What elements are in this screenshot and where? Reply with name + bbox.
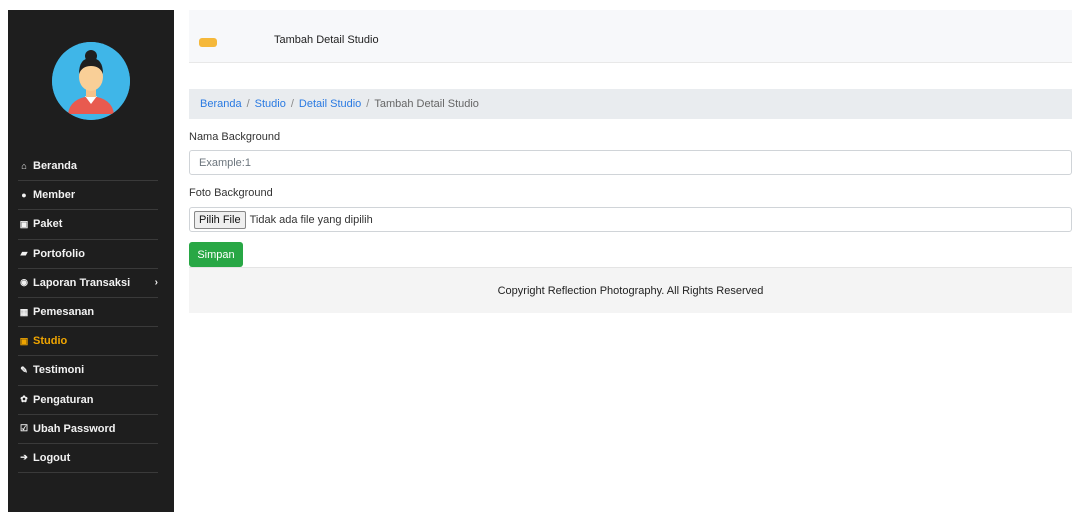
sidebar-item-studio[interactable]: ▣ Studio: [18, 327, 158, 357]
breadcrumb: Beranda / Studio / Detail Studio / Tamba…: [189, 89, 1072, 119]
edit-icon: ☑: [19, 423, 29, 434]
breadcrumb-separator: /: [366, 98, 370, 110]
gear-icon: ✿: [20, 394, 28, 405]
user-icon: ●: [21, 190, 27, 201]
sidebar-item-logout[interactable]: ➔ Logout: [18, 444, 158, 474]
sidebar-item-member[interactable]: ● Member: [18, 181, 158, 211]
globe-icon: ◉: [20, 277, 28, 288]
sidebar-toggle-button[interactable]: [199, 38, 217, 47]
save-button[interactable]: Simpan: [189, 242, 243, 267]
breadcrumb-separator: /: [290, 98, 294, 110]
sidebar-item-label: Beranda: [33, 160, 78, 173]
sign-out-icon: ➔: [20, 452, 28, 463]
top-bar: Tambah Detail Studio: [189, 10, 1072, 63]
pencil-icon: ✎: [20, 364, 28, 375]
breadcrumb-current: Tambah Detail Studio: [374, 98, 479, 110]
background-photo-label: Foto Background: [189, 187, 273, 199]
sidebar-item-label: Paket: [33, 218, 63, 231]
breadcrumb-link-detail-studio[interactable]: Detail Studio: [299, 98, 361, 110]
book-icon: ▰: [20, 248, 28, 259]
sidebar-item-label: Logout: [33, 451, 71, 464]
breadcrumb-link-studio[interactable]: Studio: [255, 98, 286, 110]
sidebar-item-pengaturan[interactable]: ✿ Pengaturan: [18, 386, 158, 415]
sidebar-item-beranda[interactable]: ⌂ Beranda: [18, 152, 158, 182]
file-status-text: Tidak ada file yang dipilih: [249, 213, 373, 226]
image-icon: ▣: [19, 218, 29, 229]
sidebar-item-ubah-password[interactable]: ☑ Ubah Password: [18, 415, 158, 444]
breadcrumb-link-beranda[interactable]: Beranda: [200, 98, 242, 110]
copyright-text: Copyright Reflection Photography. All Ri…: [497, 284, 764, 297]
calendar-icon: ▦: [19, 306, 29, 317]
sidebar-item-label: Member: [33, 189, 76, 202]
sidebar-item-pemesanan[interactable]: ▦ Pemesanan: [18, 298, 158, 328]
sidebar-item-label: Ubah Password: [33, 422, 116, 435]
chevron-right-icon: ›: [154, 277, 158, 289]
sidebar-item-label: Testimoni: [33, 364, 85, 377]
home-icon: ⌂: [21, 161, 27, 172]
choose-file-button[interactable]: Pilih File: [194, 210, 246, 229]
breadcrumb-separator: /: [246, 98, 250, 110]
background-name-input[interactable]: Example:1: [189, 150, 1072, 175]
sidebar-item-label: Pemesanan: [33, 306, 95, 319]
sidebar-item-paket[interactable]: ▣ Paket: [18, 210, 158, 240]
sidebar-item-label: Pengaturan: [33, 393, 94, 406]
sidebar-item-label: Studio: [33, 335, 68, 348]
footer: Copyright Reflection Photography. All Ri…: [189, 267, 1072, 313]
user-avatar-icon: [52, 42, 130, 120]
sidebar: ⌂ Beranda ● Member ▣ Paket ▰ Portofolio …: [8, 10, 174, 512]
background-name-label: Nama Background: [189, 131, 281, 143]
background-photo-file-input[interactable]: Pilih File Tidak ada file yang dipilih: [189, 207, 1072, 232]
sidebar-nav: ⌂ Beranda ● Member ▣ Paket ▰ Portofolio …: [18, 152, 158, 474]
sidebar-item-label: Laporan Transaksi: [33, 276, 131, 289]
sidebar-item-laporan-transaksi[interactable]: ◉ Laporan Transaksi ›: [18, 269, 158, 298]
sidebar-item-testimoni[interactable]: ✎ Testimoni: [18, 356, 158, 386]
page-title: Tambah Detail Studio: [274, 34, 379, 46]
background-name-placeholder: Example:1: [199, 156, 251, 169]
image-icon: ▣: [19, 335, 29, 346]
sidebar-item-portofolio[interactable]: ▰ Portofolio: [18, 240, 158, 269]
sidebar-item-label: Portofolio: [33, 247, 85, 260]
